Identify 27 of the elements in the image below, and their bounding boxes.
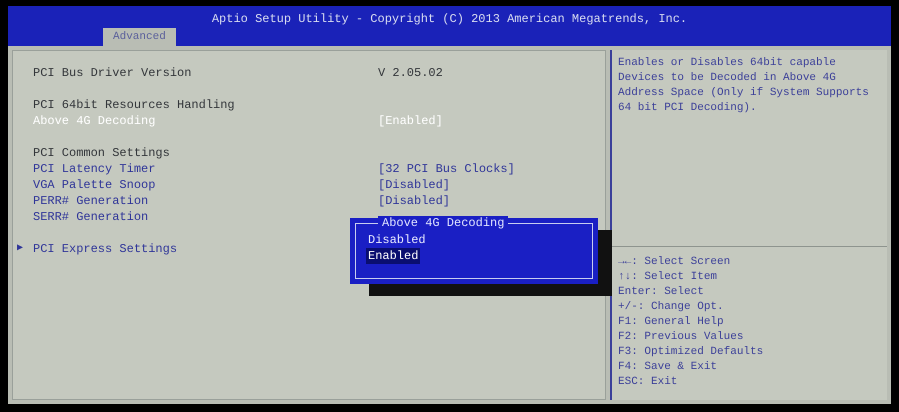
section-heading: PCI 64bit Resources Handling — [33, 97, 236, 113]
setting-label: PCI Bus Driver Version — [33, 65, 192, 81]
setting-value[interactable]: [32 PCI Bus Clocks] — [378, 161, 515, 177]
setting-label[interactable]: PCI Latency Timer — [33, 161, 378, 177]
key-hint: →←: Select Screen — [618, 255, 732, 270]
setting-value[interactable]: [Disabled] — [378, 193, 450, 209]
key-hint: ESC: Exit — [618, 375, 678, 390]
setting-value: V 2.05.02 — [378, 65, 443, 81]
key-hint: ↑↓: Select Item — [618, 270, 718, 285]
key-hint: F3: Optimized Defaults — [618, 345, 764, 360]
setting-label[interactable]: VGA Palette Snoop — [33, 177, 378, 193]
key-hint: F2: Previous Values — [618, 330, 744, 345]
setting-value[interactable]: [Disabled] — [378, 177, 450, 193]
setting-label[interactable]: PERR# Generation — [33, 193, 378, 209]
popup-title: Above 4G Decoding — [378, 216, 508, 230]
key-hint: F4: Save & Exit — [618, 360, 718, 375]
key-hint: F1: General Help — [618, 315, 725, 330]
submenu-arrow: ▶ — [17, 242, 24, 256]
section-heading: PCI Common Settings — [33, 145, 171, 161]
menu-tab[interactable]: Advanced — [103, 28, 176, 46]
setting-label[interactable]: SERR# Generation — [33, 209, 378, 225]
popup-option[interactable]: Enabled — [366, 248, 420, 264]
popup-option[interactable]: Disabled — [366, 232, 428, 248]
key-hint: +/-: Change Opt. — [618, 300, 725, 315]
window-title: Aptio Setup Utility - Copyright (C) 2013 American Megatrends, Inc. — [210, 11, 688, 26]
help-text: Enables or Disables 64bit capable Devices to be Decoded in Above 4G Address Space (Only if System Supports 64 bit PCI Decoding). — [617, 56, 870, 116]
key-hint: Enter: Select — [618, 285, 705, 300]
